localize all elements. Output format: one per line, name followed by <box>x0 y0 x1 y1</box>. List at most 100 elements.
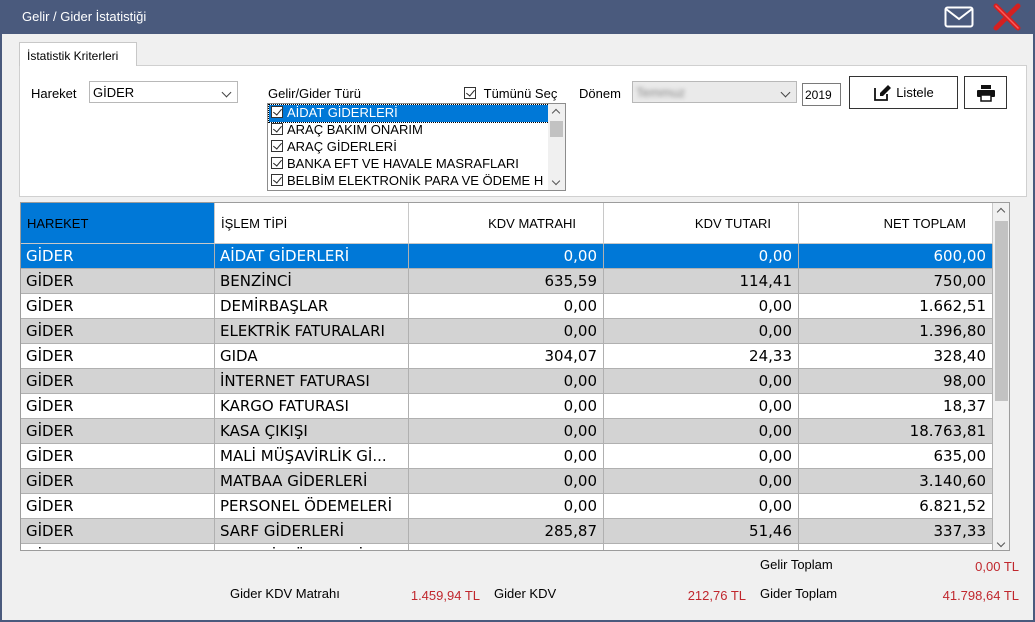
table-row[interactable]: GİDER DEMİRBAŞLAR 0,00 0,00 1.662,51 <box>21 294 993 319</box>
cell-net-toplam[interactable]: 635,00 <box>799 444 993 469</box>
check-icon[interactable] <box>271 174 283 186</box>
table-row[interactable]: GİDER MALİ MÜŞAVİRLİK Gİ... 0,00 0,00 635,00 <box>21 444 993 469</box>
select-all-checkbox[interactable]: Tümünü Seç <box>464 86 557 101</box>
cell-kdv-matrahi[interactable]: 304,07 <box>409 344 604 369</box>
column-header-net-toplam[interactable]: NET TOPLAM <box>799 203 993 244</box>
cell-islem-tipi[interactable]: AİDAT GİDERLERİ <box>215 244 409 269</box>
scrollbar-thumb[interactable] <box>550 121 563 137</box>
column-header-kdv-matrahi[interactable]: KDV MATRAHI <box>409 203 604 244</box>
cell-kdv-matrahi[interactable]: 0,00 <box>409 419 604 444</box>
cell-hareket[interactable]: GİDER <box>21 494 215 519</box>
cell-hareket[interactable]: GİDER <box>21 394 215 419</box>
cell-net-toplam[interactable]: 337,33 <box>799 519 993 544</box>
cell-islem-tipi[interactable]: MALİ MÜŞAVİRLİK Gİ... <box>215 444 409 469</box>
column-header-hareket[interactable]: HAREKET <box>21 203 215 244</box>
cell-hareket[interactable]: GİDER <box>21 519 215 544</box>
cell-hareket[interactable]: GİDER <box>21 544 215 550</box>
cell-net-toplam[interactable]: 1.662,51 <box>799 294 993 319</box>
cell-kdv-tutari[interactable]: 0,00 <box>604 444 799 469</box>
table-row[interactable]: GİDER BENZİNCİ 635,59 114,41 750,00 <box>21 269 993 294</box>
cell-kdv-matrahi[interactable]: 0,00 <box>409 544 604 550</box>
cell-kdv-tutari[interactable]: 0,00 <box>604 294 799 319</box>
cell-net-toplam[interactable]: 328,40 <box>799 344 993 369</box>
cell-hareket[interactable]: GİDER <box>21 344 215 369</box>
cell-net-toplam[interactable]: 750,00 <box>799 269 993 294</box>
cell-kdv-tutari[interactable]: 0,00 <box>604 319 799 344</box>
table-row[interactable]: GİDER ELEKTRİK FATURALARI 0,00 0,00 1.396,80 <box>21 319 993 344</box>
cell-hareket[interactable]: GİDER <box>21 369 215 394</box>
tab-istatistik-kriterleri[interactable]: İstatistik Kriterleri <box>19 42 137 66</box>
cell-kdv-matrahi[interactable]: 0,00 <box>409 369 604 394</box>
cell-islem-tipi[interactable]: MATBAA GİDERLERİ <box>215 469 409 494</box>
hareket-select[interactable]: GİDER <box>89 81 238 103</box>
check-icon[interactable] <box>271 140 283 152</box>
cell-hareket[interactable]: GİDER <box>21 469 215 494</box>
list-scrollbar[interactable] <box>548 104 565 190</box>
cell-net-toplam[interactable]: 98,00 <box>799 369 993 394</box>
donem-select[interactable]: Temmuz <box>632 81 797 103</box>
table-row[interactable]: GİDERSOLGRİM ÖDEMESİ0,000,003.993,19 <box>21 544 993 550</box>
cell-islem-tipi[interactable]: SARF GİDERLERİ <box>215 519 409 544</box>
cell-net-toplam[interactable]: 18.763,81 <box>799 419 993 444</box>
scrollbar-thumb[interactable] <box>995 221 1008 401</box>
cell-islem-tipi[interactable]: KARGO FATURASI <box>215 394 409 419</box>
list-item[interactable]: AİDAT GİDERLERİ <box>268 104 550 123</box>
check-icon[interactable] <box>271 157 283 169</box>
table-row[interactable]: GİDER AİDAT GİDERLERİ 0,00 0,00 600,00 <box>21 244 993 269</box>
table-row[interactable]: GİDER GIDA 304,07 24,33 328,40 <box>21 344 993 369</box>
cell-kdv-matrahi[interactable]: 0,00 <box>409 394 604 419</box>
cell-islem-tipi[interactable]: DEMİRBAŞLAR <box>215 294 409 319</box>
cell-hareket[interactable]: GİDER <box>21 419 215 444</box>
table-row[interactable]: GİDER PERSONEL ÖDEMELERİ 0,00 0,00 6.821,52 <box>21 494 993 519</box>
list-item[interactable]: BANKA EFT VE HAVALE MASRAFLARI <box>269 156 549 173</box>
cell-kdv-matrahi[interactable]: 0,00 <box>409 294 604 319</box>
year-input[interactable]: 2019 <box>802 83 841 106</box>
cell-kdv-tutari[interactable]: 0,00 <box>604 244 799 269</box>
cell-hareket[interactable]: GİDER <box>21 269 215 294</box>
cell-kdv-matrahi[interactable]: 0,00 <box>409 469 604 494</box>
cell-islem-tipi[interactable]: ELEKTRİK FATURALARI <box>215 319 409 344</box>
gelir-gider-turu-list[interactable]: AİDAT GİDERLERİ ARAÇ BAKIM ONARIM ARAÇ G… <box>267 103 566 191</box>
list-item[interactable]: BELBİM ELEKTRONİK PARA VE ÖDEME H <box>269 173 549 190</box>
print-button[interactable] <box>964 76 1007 109</box>
list-item[interactable]: ARAÇ GİDERLERİ <box>269 139 549 156</box>
cell-net-toplam[interactable]: 1.396,80 <box>799 319 993 344</box>
cell-kdv-tutari[interactable]: 0,00 <box>604 544 799 550</box>
cell-net-toplam[interactable]: 3.140,60 <box>799 469 993 494</box>
cell-islem-tipi[interactable]: İNTERNET FATURASI <box>215 369 409 394</box>
cell-kdv-matrahi[interactable]: 285,87 <box>409 519 604 544</box>
cell-net-toplam[interactable]: 600,00 <box>799 244 993 269</box>
cell-kdv-matrahi[interactable]: 635,59 <box>409 269 604 294</box>
cell-islem-tipi[interactable]: SOLGRİM ÖDEMESİ <box>215 544 409 550</box>
cell-kdv-tutari[interactable]: 24,33 <box>604 344 799 369</box>
check-icon[interactable] <box>271 123 283 135</box>
cell-kdv-tutari[interactable]: 0,00 <box>604 469 799 494</box>
cell-kdv-matrahi[interactable]: 0,00 <box>409 319 604 344</box>
table-row[interactable]: GİDER KARGO FATURASI 0,00 0,00 18,37 <box>21 394 993 419</box>
grid-scrollbar[interactable] <box>993 203 1009 550</box>
cell-kdv-tutari[interactable]: 0,00 <box>604 394 799 419</box>
mail-icon[interactable] <box>944 6 974 28</box>
table-row[interactable]: GİDER SARF GİDERLERİ 285,87 51,46 337,33 <box>21 519 993 544</box>
table-row[interactable]: GİDER İNTERNET FATURASI 0,00 0,00 98,00 <box>21 369 993 394</box>
list-item[interactable]: ARAÇ BAKIM ONARIM <box>269 122 549 139</box>
cell-kdv-tutari[interactable]: 51,46 <box>604 519 799 544</box>
cell-kdv-tutari[interactable]: 0,00 <box>604 494 799 519</box>
cell-islem-tipi[interactable]: BENZİNCİ <box>215 269 409 294</box>
chevron-up-icon[interactable] <box>996 207 1006 217</box>
cell-kdv-matrahi[interactable]: 0,00 <box>409 444 604 469</box>
cell-hareket[interactable]: GİDER <box>21 444 215 469</box>
cell-kdv-tutari[interactable]: 114,41 <box>604 269 799 294</box>
chevron-down-icon[interactable] <box>996 538 1006 548</box>
cell-hareket[interactable]: GİDER <box>21 319 215 344</box>
chevron-up-icon[interactable] <box>551 108 561 118</box>
table-row[interactable]: GİDER MATBAA GİDERLERİ 0,00 0,00 3.140,60 <box>21 469 993 494</box>
cell-kdv-tutari[interactable]: 0,00 <box>604 369 799 394</box>
column-header-kdv-tutari[interactable]: KDV TUTARI <box>604 203 799 244</box>
chevron-down-icon[interactable] <box>551 176 561 186</box>
check-icon[interactable] <box>271 106 283 118</box>
cell-hareket[interactable]: GİDER <box>21 244 215 269</box>
column-header-islem-tipi[interactable]: İŞLEM TİPİ <box>215 203 409 244</box>
cell-hareket[interactable]: GİDER <box>21 294 215 319</box>
table-row[interactable]: GİDER KASA ÇIKIŞI 0,00 0,00 18.763,81 <box>21 419 993 444</box>
